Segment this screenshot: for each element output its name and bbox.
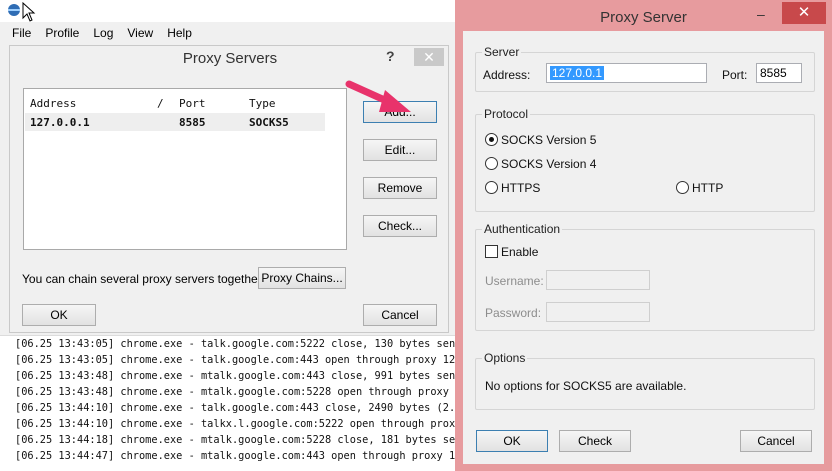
proxy-chains-button[interactable]: Proxy Chains...	[258, 267, 346, 289]
annotation-arrow-icon	[345, 80, 411, 112]
minimize-button[interactable]: –	[757, 6, 765, 22]
chain-description: You can chain several proxy servers toge…	[22, 272, 266, 286]
log-panel[interactable]: [06.25 13:43:05] chrome.exe - talk.googl…	[0, 335, 474, 471]
log-line: [06.25 13:44:10] chrome.exe - talk.googl…	[15, 402, 468, 414]
address-value: 127.0.0.1	[550, 66, 605, 80]
edit-button[interactable]: Edit...	[363, 139, 437, 161]
menu-help[interactable]: Help	[167, 26, 192, 40]
close-button[interactable]: ✕	[782, 2, 826, 24]
cell-port: 8585	[179, 116, 206, 129]
proxy-list-table[interactable]: Address / Port Type 127.0.0.1 8585 SOCKS…	[23, 88, 347, 250]
menu-view[interactable]: View	[127, 26, 153, 40]
socks5-label[interactable]: SOCKS Version 5	[501, 133, 596, 147]
mouse-cursor-icon	[22, 2, 36, 22]
cell-address: 127.0.0.1	[30, 116, 90, 129]
check-button[interactable]: Check	[559, 430, 631, 452]
https-radio[interactable]	[485, 181, 498, 194]
ok-button[interactable]: OK	[476, 430, 548, 452]
menu-file[interactable]: File	[12, 26, 31, 40]
username-input[interactable]	[546, 270, 650, 290]
server-legend: Server	[482, 45, 522, 59]
socks4-radio[interactable]	[485, 157, 498, 170]
help-button[interactable]: ?	[386, 48, 395, 64]
menu-bar: File Profile Log View Help	[0, 22, 458, 44]
address-label: Address:	[483, 68, 531, 82]
port-label: Port:	[722, 68, 748, 82]
log-line: [06.25 13:44:18] chrome.exe - mtalk.goog…	[15, 434, 474, 446]
log-line: [06.25 13:43:05] chrome.exe - talk.googl…	[15, 338, 468, 350]
cancel-button[interactable]: Cancel	[740, 430, 812, 452]
log-line: [06.25 13:43:48] chrome.exe - mtalk.goog…	[15, 386, 474, 398]
log-line: [06.25 13:43:48] chrome.exe - mtalk.goog…	[15, 370, 468, 382]
enable-checkbox[interactable]	[485, 245, 498, 258]
log-line: [06.25 13:44:47] chrome.exe - mtalk.goog…	[15, 450, 474, 462]
protocol-legend: Protocol	[482, 107, 531, 121]
close-button[interactable]: ✕	[414, 48, 444, 66]
https-label[interactable]: HTTPS	[501, 181, 540, 195]
password-input[interactable]	[546, 302, 650, 322]
options-legend: Options	[482, 351, 528, 365]
enable-label[interactable]: Enable	[501, 245, 538, 259]
password-label: Password:	[485, 306, 542, 320]
check-button[interactable]: Check...	[363, 215, 437, 237]
proxy-server-dialog: Proxy Server – ✕ Server Address: 127.0.0…	[455, 0, 832, 471]
app-titlebar	[0, 0, 458, 22]
socks4-label[interactable]: SOCKS Version 4	[501, 157, 596, 171]
menu-profile[interactable]: Profile	[45, 26, 79, 40]
menu-log[interactable]: Log	[93, 26, 113, 40]
cell-type: SOCKS5	[249, 116, 289, 129]
sort-indicator: /	[157, 97, 164, 110]
remove-button[interactable]: Remove	[363, 177, 437, 199]
column-header-port[interactable]: Port	[179, 97, 206, 110]
authentication-legend: Authentication	[482, 222, 563, 236]
cancel-button[interactable]: Cancel	[363, 304, 437, 326]
dialog-body: Server Address: 127.0.0.1 Port: 8585 Pro…	[463, 31, 824, 464]
username-label: Username:	[485, 274, 544, 288]
column-header-type[interactable]: Type	[249, 97, 276, 110]
socks5-radio[interactable]	[485, 133, 498, 146]
log-line: [06.25 13:43:05] chrome.exe - talk.googl…	[15, 354, 474, 366]
options-message: No options for SOCKS5 are available.	[485, 379, 687, 393]
http-label[interactable]: HTTP	[692, 181, 723, 195]
column-header-address[interactable]: Address	[30, 97, 76, 110]
dialog-title: Proxy Servers	[182, 50, 278, 67]
port-input[interactable]: 8585	[756, 63, 802, 83]
dialog-title: Proxy Server	[600, 9, 687, 26]
ok-button[interactable]: OK	[22, 304, 96, 326]
log-line: [06.25 13:44:10] chrome.exe - talkx.l.go…	[15, 418, 474, 430]
http-radio[interactable]	[676, 181, 689, 194]
app-icon	[8, 4, 20, 16]
address-input[interactable]: 127.0.0.1	[546, 63, 707, 83]
